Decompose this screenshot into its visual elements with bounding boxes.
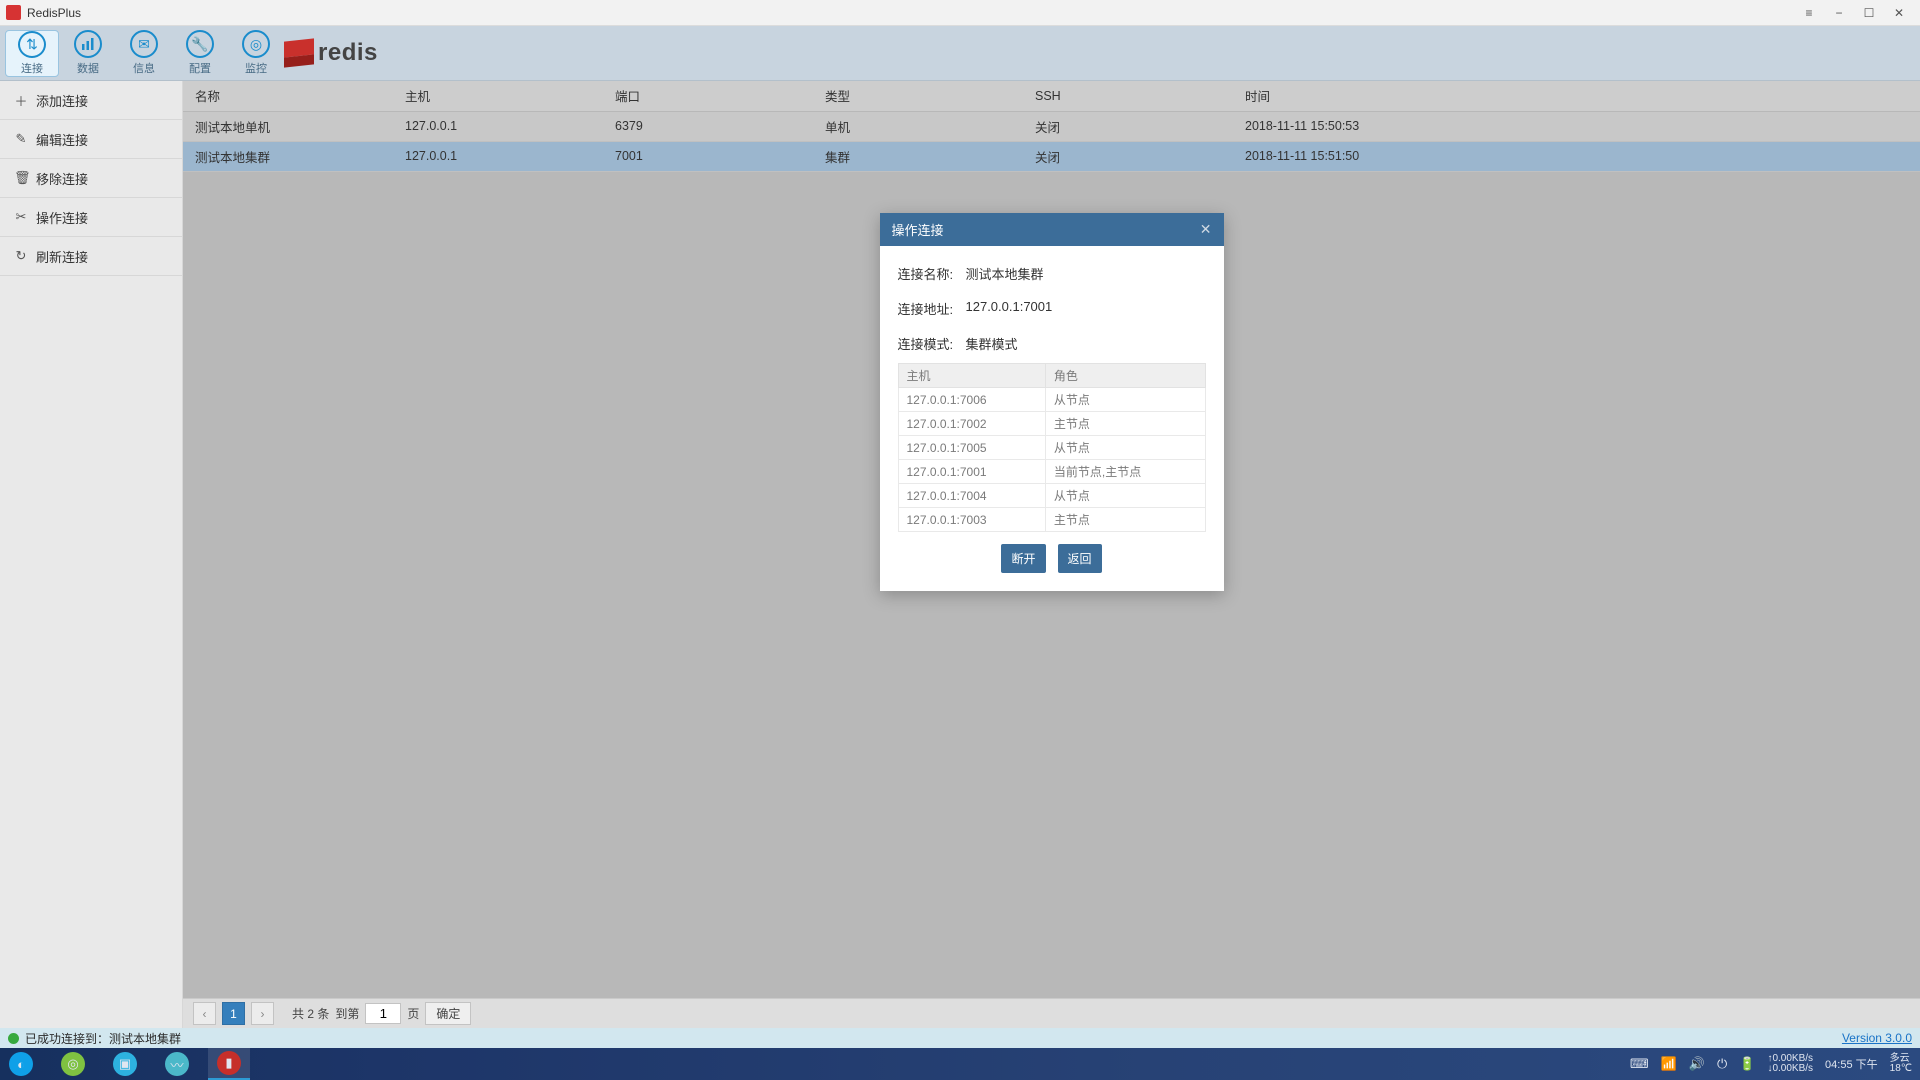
tab-monitor[interactable]: ◎ 监控 — [229, 30, 283, 77]
minimize-button[interactable]: − — [1824, 3, 1854, 23]
node-row[interactable]: 127.0.0.1:7005从节点 — [898, 436, 1205, 460]
app-title: RedisPlus — [27, 6, 81, 20]
field-value-name: 测试本地集群 — [966, 264, 1044, 283]
sidebar-item-refresh[interactable]: ↻ 刷新连接 — [0, 237, 182, 276]
close-button[interactable]: ✕ — [1884, 3, 1914, 23]
wrench-icon: 🔧 — [186, 30, 214, 58]
menu-icon[interactable]: ≡ — [1794, 3, 1824, 23]
main-area: 名称 主机 端口 类型 SSH 时间 测试本地单机 127.0.0.1 6379… — [183, 81, 1920, 1028]
network-speed: ↑0.00KB/s ↓0.00KB/s — [1767, 1054, 1813, 1074]
node-col-role: 角色 — [1045, 364, 1205, 388]
plus-icon: ＋ — [14, 91, 28, 110]
weather[interactable]: 多云 18℃ — [1890, 1054, 1912, 1074]
mail-icon: ✉ — [130, 30, 158, 58]
node-row[interactable]: 127.0.0.1:7004从节点 — [898, 484, 1205, 508]
trash-icon: 🗑 — [14, 170, 28, 186]
chart-icon — [74, 30, 102, 58]
tab-label: 监控 — [245, 60, 267, 76]
tab-info[interactable]: ✉ 信息 — [117, 30, 171, 77]
swap-icon: ⇅ — [18, 31, 46, 58]
sidebar-item-edit[interactable]: ✎ 编辑连接 — [0, 120, 182, 159]
refresh-icon: ↻ — [14, 248, 28, 264]
logo-text: redis — [318, 39, 378, 67]
node-row[interactable]: 127.0.0.1:7006从节点 — [898, 388, 1205, 412]
power-icon[interactable]: ⏻ — [1717, 1056, 1727, 1072]
field-value-mode: 集群模式 — [966, 334, 1018, 353]
sidebar-item-label: 刷新连接 — [36, 247, 88, 266]
system-tray: ⌨ 📶 🔊 ⏻ 🔋 ↑0.00KB/s ↓0.00KB/s 04:55 下午 多… — [1630, 1054, 1912, 1074]
node-row[interactable]: 127.0.0.1:7001当前节点,主节点 — [898, 460, 1205, 484]
maximize-button[interactable]: ☐ — [1854, 3, 1884, 23]
tab-data[interactable]: 数据 — [61, 30, 115, 77]
sidebar-item-label: 添加连接 — [36, 91, 88, 110]
dialog-titlebar: 操作连接 ✕ — [880, 213, 1224, 246]
os-taskbar: ◐ ◎ ▣ 〰 ▮ ⌨ 📶 🔊 ⏻ 🔋 ↑0.00KB/s ↓0.00KB/s … — [0, 1048, 1920, 1080]
taskbar-launcher[interactable]: ◐ — [0, 1048, 42, 1080]
tab-label: 连接 — [21, 60, 43, 76]
status-message: 已成功连接到：测试本地集群 — [25, 1030, 181, 1047]
sidebar-item-label: 移除连接 — [36, 169, 88, 188]
back-button[interactable]: 返回 — [1058, 544, 1102, 573]
tab-label: 配置 — [189, 60, 211, 76]
battery-icon[interactable]: 🔋 — [1739, 1056, 1755, 1072]
disconnect-button[interactable]: 断开 — [1001, 544, 1045, 573]
status-ok-icon — [8, 1033, 19, 1044]
toolbar: ⇅ 连接 数据 ✉ 信息 🔧 配置 ◎ 监控 redis — [0, 26, 1920, 81]
taskbar-app-3[interactable]: 〰 — [156, 1048, 198, 1080]
taskbar-app-redisplus[interactable]: ▮ — [208, 1048, 250, 1080]
node-row[interactable]: 127.0.0.1:7003主节点 — [898, 508, 1205, 532]
field-value-addr: 127.0.0.1:7001 — [966, 299, 1053, 318]
node-table: 主机 角色 127.0.0.1:7006从节点 127.0.0.1:7002主节… — [898, 363, 1206, 532]
sidebar-item-label: 操作连接 — [36, 208, 88, 227]
version-link[interactable]: Version 3.0.0 — [1842, 1031, 1912, 1045]
redis-logo: redis — [284, 39, 378, 67]
dialog-title: 操作连接 — [892, 220, 944, 239]
statusbar: 已成功连接到：测试本地集群 Version 3.0.0 — [0, 1028, 1920, 1048]
app-icon — [6, 5, 21, 20]
titlebar: RedisPlus ≡ − ☐ ✕ — [0, 0, 1920, 26]
sidebar-item-operate[interactable]: ✂ 操作连接 — [0, 198, 182, 237]
field-label-mode: 连接模式: — [898, 334, 962, 353]
field-label-addr: 连接地址: — [898, 299, 962, 318]
pencil-icon: ✎ — [14, 131, 28, 147]
operate-connection-dialog: 操作连接 ✕ 连接名称: 测试本地集群 连接地址: 127.0.0.1:7001… — [880, 213, 1224, 591]
tab-connection[interactable]: ⇅ 连接 — [5, 30, 59, 77]
dialog-close[interactable]: ✕ — [1200, 221, 1212, 238]
wifi-icon[interactable]: 📶 — [1661, 1056, 1677, 1072]
sidebar: ＋ 添加连接 ✎ 编辑连接 🗑 移除连接 ✂ 操作连接 ↻ 刷新连接 — [0, 81, 183, 1028]
taskbar-app-2[interactable]: ▣ — [104, 1048, 146, 1080]
node-row[interactable]: 127.0.0.1:7002主节点 — [898, 412, 1205, 436]
tab-label: 数据 — [77, 60, 99, 76]
taskbar-app-1[interactable]: ◎ — [52, 1048, 94, 1080]
tab-config[interactable]: 🔧 配置 — [173, 30, 227, 77]
camera-icon: ◎ — [242, 30, 270, 58]
volume-icon[interactable]: 🔊 — [1689, 1056, 1705, 1072]
node-col-host: 主机 — [898, 364, 1045, 388]
scissors-icon: ✂ — [14, 209, 28, 225]
clock[interactable]: 04:55 下午 — [1825, 1056, 1878, 1072]
field-label-name: 连接名称: — [898, 264, 962, 283]
keyboard-icon[interactable]: ⌨ — [1630, 1056, 1649, 1072]
sidebar-item-add[interactable]: ＋ 添加连接 — [0, 81, 182, 120]
modal-overlay: 操作连接 ✕ 连接名称: 测试本地集群 连接地址: 127.0.0.1:7001… — [183, 81, 1920, 1028]
sidebar-item-remove[interactable]: 🗑 移除连接 — [0, 159, 182, 198]
sidebar-item-label: 编辑连接 — [36, 130, 88, 149]
tab-label: 信息 — [133, 60, 155, 76]
